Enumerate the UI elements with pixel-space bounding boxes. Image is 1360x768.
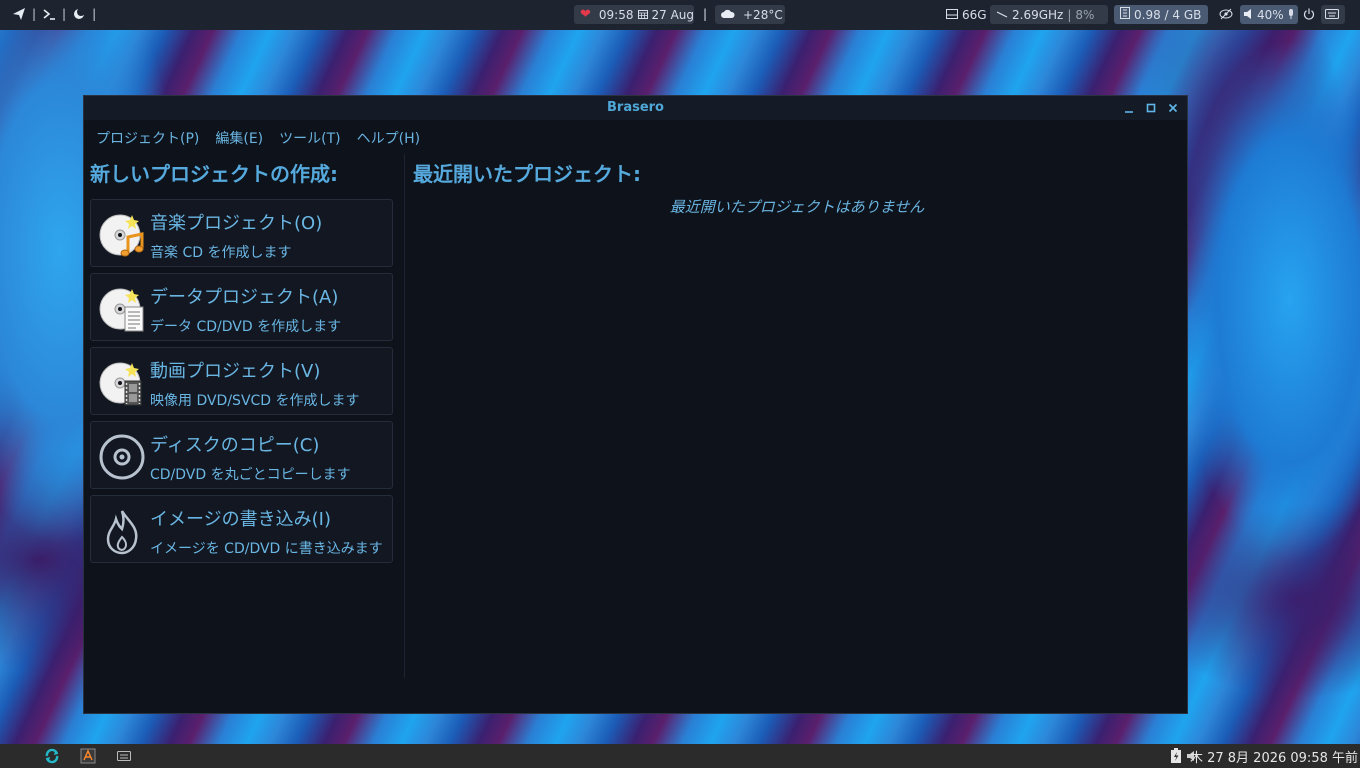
memory-widget[interactable]: 0.98 / 4 GB	[1114, 5, 1208, 24]
recent-projects-empty: 最近開いたプロジェクトはありません	[669, 198, 925, 216]
video-project-button[interactable]: 動画プロジェクト(V) 映像用 DVD/SVCD を作成します	[90, 347, 393, 415]
eye-slash-icon[interactable]	[1219, 8, 1233, 23]
heart-icon: ❤	[580, 7, 591, 22]
cpu-load: 8%	[1075, 7, 1095, 22]
night-mode-icon[interactable]	[72, 7, 86, 21]
volume-level: 40%	[1257, 7, 1284, 22]
window-titlebar[interactable]: Brasero	[84, 96, 1187, 120]
disc-copy-subtitle: CD/DVD を丸ごとコピーします	[150, 467, 351, 483]
microphone-icon	[1288, 8, 1294, 22]
data-project-button[interactable]: データプロジェクト(A) データ CD/DVD を作成します	[90, 273, 393, 341]
window-list-icon[interactable]	[116, 748, 132, 764]
burn-image-icon	[98, 507, 146, 555]
keyboard-widget[interactable]	[1321, 5, 1345, 24]
calendar-icon	[637, 8, 648, 22]
clock-widget[interactable]: ❤ 09:58 27 Aug	[574, 5, 694, 24]
video-disc-icon	[98, 359, 146, 407]
disc-copy-button[interactable]: ディスクのコピー(C) CD/DVD を丸ごとコピーします	[90, 421, 393, 489]
audio-project-button[interactable]: 音楽プロジェクト(O) 音楽 CD を作成します	[90, 199, 393, 267]
burn-image-title: イメージの書き込み(I)	[150, 509, 331, 530]
panel-separator: |	[703, 7, 708, 21]
text-editor-icon[interactable]	[80, 748, 96, 764]
launcher-separator: |	[92, 7, 97, 21]
menu-project[interactable]: プロジェクト(P)	[88, 124, 207, 150]
cpu-graph-icon	[996, 8, 1008, 22]
weather-widget[interactable]: +28°C	[715, 5, 785, 24]
disk-free: 66G	[962, 7, 987, 22]
data-disc-icon	[98, 285, 146, 333]
bottom-panel: 木 27 8月 2026 09:58 午前	[0, 744, 1360, 768]
power-icon[interactable]	[1303, 8, 1315, 23]
minimize-button[interactable]	[1123, 102, 1135, 114]
burn-image-button[interactable]: イメージの書き込み(I) イメージを CD/DVD に書き込みます	[90, 495, 393, 563]
hard-drive-icon	[946, 8, 958, 22]
new-project-heading: 新しいプロジェクトの作成:	[90, 162, 338, 186]
disc-copy-icon	[98, 433, 146, 481]
top-panel: | | | ❤ 09:58 27 Aug | +28°C 66G 2.69GHz…	[0, 0, 1360, 30]
recent-projects-pane: 最近開いたプロジェクト: 最近開いたプロジェクトはありません	[404, 154, 1189, 678]
cpu-frequency: 2.69GHz	[1012, 7, 1064, 22]
video-project-subtitle: 映像用 DVD/SVCD を作成します	[150, 393, 360, 409]
data-project-subtitle: データ CD/DVD を作成します	[150, 319, 342, 335]
battery-icon[interactable]	[1170, 748, 1184, 764]
brasero-window: Brasero プロジェクト(P) 編集(E) ツール(T) ヘルプ(H) 新し…	[83, 95, 1188, 714]
paper-plane-icon[interactable]	[12, 7, 26, 21]
close-button[interactable]	[1167, 102, 1179, 114]
top-panel-launchers: | | |	[12, 7, 96, 21]
window-controls	[1123, 96, 1179, 120]
speaker-icon	[1244, 8, 1253, 22]
window-title: Brasero	[607, 100, 664, 115]
menu-edit[interactable]: 編集(E)	[207, 124, 271, 150]
launcher-separator: |	[32, 7, 37, 21]
menubar: プロジェクト(P) 編集(E) ツール(T) ヘルプ(H)	[84, 124, 1187, 150]
audio-project-subtitle: 音楽 CD を作成します	[150, 245, 292, 261]
new-project-pane: 新しいプロジェクトの作成: 音楽プロジェクト(O) 音楽 CD を作成します デ…	[84, 154, 402, 714]
audio-project-title: 音楽プロジェクト(O)	[150, 213, 323, 234]
burn-image-subtitle: イメージを CD/DVD に書き込みます	[150, 541, 383, 557]
memory-icon	[1120, 7, 1130, 22]
cloud-icon	[721, 8, 735, 22]
weather-temperature: +28°C	[743, 7, 783, 22]
maximize-button[interactable]	[1145, 102, 1157, 114]
panel-time: 09:58	[598, 7, 634, 22]
disk-widget[interactable]: 66G	[942, 5, 987, 24]
panel-date: 27 Aug	[651, 7, 695, 22]
disc-copy-title: ディスクのコピー(C)	[150, 435, 320, 456]
volume-widget[interactable]: 40%	[1240, 5, 1298, 24]
cpu-widget[interactable]: 2.69GHz | 8%	[990, 5, 1108, 24]
cpu-separator: |	[1067, 7, 1072, 22]
terminal-icon[interactable]	[42, 7, 56, 21]
menu-help[interactable]: ヘルプ(H)	[349, 124, 428, 150]
sync-app-icon[interactable]	[44, 748, 60, 764]
menu-tools[interactable]: ツール(T)	[271, 124, 348, 150]
memory-usage: 0.98 / 4 GB	[1134, 7, 1202, 22]
recent-projects-heading: 最近開いたプロジェクト:	[413, 162, 641, 186]
keyboard-icon	[1325, 8, 1339, 22]
audio-disc-icon	[98, 211, 146, 259]
bottom-clock[interactable]: 木 27 8月 2026 09:58 午前	[1190, 747, 1358, 766]
data-project-title: データプロジェクト(A)	[150, 287, 339, 308]
launcher-separator: |	[62, 7, 67, 21]
video-project-title: 動画プロジェクト(V)	[150, 361, 321, 382]
